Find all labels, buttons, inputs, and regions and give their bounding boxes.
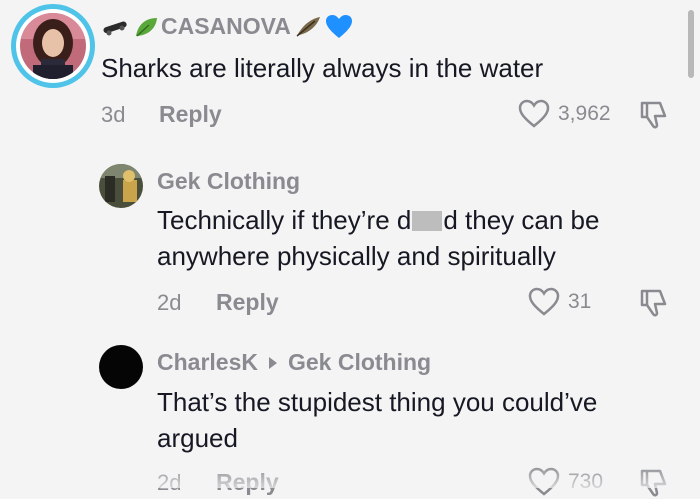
comment-text-part2: d they can be bbox=[443, 205, 600, 235]
like-button[interactable]: 730 bbox=[528, 467, 603, 497]
reply-arrow-icon bbox=[268, 356, 278, 370]
reply-button[interactable]: Reply bbox=[216, 289, 279, 316]
comment-text: Technically if they’re d d they can be bbox=[157, 202, 599, 238]
comment-text-part1: Technically if they’re d bbox=[157, 205, 412, 235]
comment-age: 3d bbox=[101, 102, 126, 127]
redaction-blur bbox=[412, 211, 443, 231]
username[interactable]: CharlesK bbox=[157, 349, 258, 376]
like-count: 3,962 bbox=[558, 102, 611, 125]
like-button[interactable]: 31 bbox=[528, 287, 591, 317]
reply-button[interactable]: Reply bbox=[159, 101, 222, 128]
comment-text: Sharks are literally always in the water bbox=[101, 53, 544, 83]
feather-icon bbox=[293, 15, 323, 39]
dislike-icon[interactable] bbox=[638, 467, 670, 499]
comment-age: 2d bbox=[157, 290, 182, 315]
avatar[interactable] bbox=[99, 345, 143, 389]
username-row: CharlesK Gek Clothing bbox=[157, 349, 431, 376]
like-button[interactable]: 3,962 bbox=[518, 99, 611, 129]
reply-button[interactable]: Reply bbox=[216, 469, 279, 496]
comment-text: That’s the stupidest thing you could’ve bbox=[157, 387, 598, 417]
heart-outline-icon bbox=[518, 99, 550, 129]
like-count: 31 bbox=[568, 290, 592, 313]
skateboard-icon bbox=[101, 16, 131, 38]
username[interactable]: CASANOVA bbox=[161, 13, 291, 40]
scrollbar[interactable] bbox=[688, 10, 694, 78]
username-row: CASANOVA bbox=[101, 13, 353, 40]
comment-text-line2: argued bbox=[157, 423, 238, 453]
comment-text-line2: anywhere physically and spiritually bbox=[157, 241, 556, 271]
avatar[interactable] bbox=[11, 4, 95, 88]
comment-age: 2d bbox=[157, 470, 182, 495]
leaf-icon bbox=[133, 15, 159, 39]
like-count: 730 bbox=[568, 470, 604, 493]
dislike-icon[interactable] bbox=[638, 99, 670, 131]
blue-heart-icon bbox=[325, 14, 353, 40]
heart-outline-icon bbox=[528, 287, 560, 317]
dislike-icon[interactable] bbox=[638, 287, 670, 319]
heart-outline-icon bbox=[528, 467, 560, 497]
avatar[interactable] bbox=[99, 164, 143, 208]
reply-to-username[interactable]: Gek Clothing bbox=[288, 349, 431, 376]
username[interactable]: Gek Clothing bbox=[157, 168, 300, 195]
